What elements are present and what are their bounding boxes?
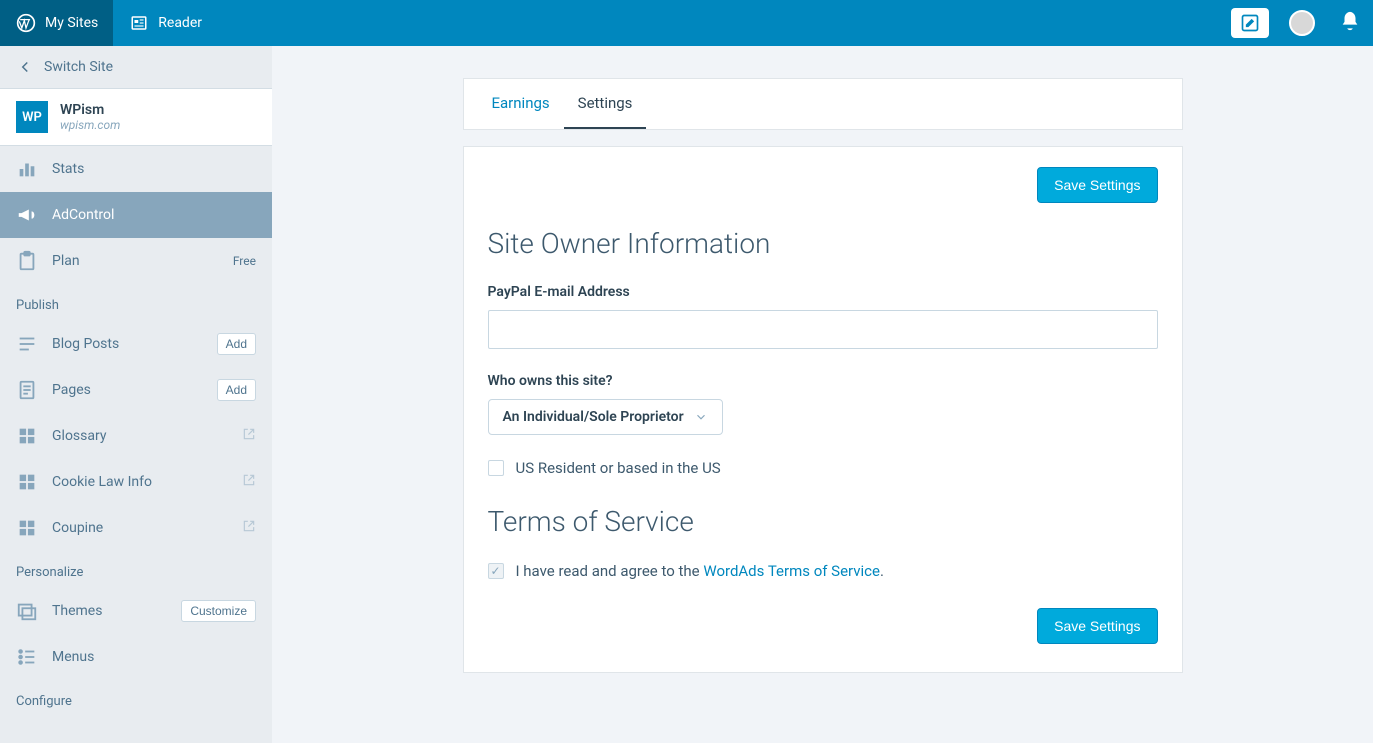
nav-my-sites[interactable]: My Sites	[0, 0, 113, 46]
section-heading-configure: Configure	[0, 680, 272, 717]
tos-checkbox[interactable]	[488, 563, 504, 579]
tos-label: I have read and agree to the WordAds Ter…	[516, 562, 884, 580]
section-heading-personalize: Personalize	[0, 551, 272, 588]
external-icon	[242, 519, 256, 537]
arrow-left-icon	[16, 58, 34, 76]
pencil-icon	[1240, 13, 1260, 33]
sidebar-item-label: AdControl	[52, 207, 256, 223]
notifications-button[interactable]	[1327, 10, 1373, 36]
sidebar-item-label: Blog Posts	[52, 336, 203, 352]
tos-prefix: I have read and agree to the	[516, 562, 704, 580]
masterbar: My Sites Reader	[0, 0, 1373, 46]
section-tos-title: Terms of Service	[488, 505, 1158, 538]
stats-icon	[16, 158, 38, 180]
wordpress-icon	[15, 12, 37, 34]
sidebar-item-adcontrol[interactable]: AdControl	[0, 192, 272, 238]
sidebar: Switch Site WP WPism wpism.com Stats AdC…	[0, 46, 272, 743]
menus-icon	[16, 646, 38, 668]
write-button[interactable]	[1231, 8, 1269, 38]
sidebar-item-label: Plan	[52, 253, 219, 269]
sidebar-item-themes[interactable]: Themes Customize	[0, 588, 272, 634]
posts-icon	[16, 333, 38, 355]
cpt-icon	[16, 471, 38, 493]
switch-site[interactable]: Switch Site	[0, 46, 272, 89]
sidebar-item-label: Menus	[52, 649, 256, 665]
cpt-icon	[16, 425, 38, 447]
settings-panel: Save Settings Site Owner Information Pay…	[463, 146, 1183, 673]
cpt-icon	[16, 517, 38, 539]
megaphone-icon	[16, 204, 38, 226]
tos-link[interactable]: WordAds Terms of Service	[703, 562, 880, 580]
switch-site-label: Switch Site	[44, 59, 113, 75]
section-owner-title: Site Owner Information	[488, 227, 1158, 260]
save-settings-button[interactable]: Save Settings	[1037, 167, 1157, 203]
sidebar-item-label: Stats	[52, 161, 256, 177]
owner-select[interactable]: An Individual/Sole Proprietor	[488, 399, 723, 435]
save-settings-button-bottom[interactable]: Save Settings	[1037, 608, 1157, 644]
owner-label: Who owns this site?	[488, 373, 1158, 389]
tos-suffix: .	[880, 562, 884, 580]
plan-badge: Free	[233, 254, 256, 268]
sidebar-item-menus[interactable]: Menus	[0, 634, 272, 680]
main-content: Earnings Settings Save Settings Site Own…	[272, 46, 1373, 743]
themes-icon	[16, 600, 38, 622]
sidebar-item-stats[interactable]: Stats	[0, 146, 272, 192]
add-post-button[interactable]: Add	[217, 333, 256, 355]
section-heading-publish: Publish	[0, 284, 272, 321]
paypal-email-input[interactable]	[488, 310, 1158, 349]
us-resident-label: US Resident or based in the US	[516, 459, 721, 477]
bell-icon	[1339, 10, 1361, 32]
reader-icon	[128, 12, 150, 34]
sidebar-item-label: Pages	[52, 382, 203, 398]
sidebar-item-glossary[interactable]: Glossary	[0, 413, 272, 459]
tab-settings[interactable]: Settings	[564, 79, 647, 129]
pages-icon	[16, 379, 38, 401]
site-title: WPism	[60, 102, 120, 118]
chevron-down-icon	[694, 410, 708, 424]
sidebar-item-label: Glossary	[52, 428, 228, 444]
paypal-label: PayPal E-mail Address	[488, 284, 1158, 300]
sidebar-item-blog-posts[interactable]: Blog Posts Add	[0, 321, 272, 367]
customize-button[interactable]: Customize	[181, 600, 256, 622]
avatar[interactable]	[1289, 10, 1315, 36]
site-card[interactable]: WP WPism wpism.com	[0, 89, 272, 146]
us-resident-checkbox[interactable]	[488, 460, 504, 476]
sidebar-item-coupine[interactable]: Coupine	[0, 505, 272, 551]
sidebar-item-label: Coupine	[52, 520, 228, 536]
sidebar-item-label: Cookie Law Info	[52, 474, 228, 490]
nav-reader[interactable]: Reader	[113, 0, 217, 46]
owner-select-value: An Individual/Sole Proprietor	[503, 409, 684, 425]
tabs: Earnings Settings	[463, 78, 1183, 130]
nav-my-sites-label: My Sites	[45, 15, 98, 31]
external-icon	[242, 427, 256, 445]
nav-reader-label: Reader	[158, 15, 202, 31]
sidebar-item-plan[interactable]: Plan Free	[0, 238, 272, 284]
site-icon: WP	[16, 101, 48, 133]
tab-earnings[interactable]: Earnings	[478, 79, 564, 129]
sidebar-item-cookie-law[interactable]: Cookie Law Info	[0, 459, 272, 505]
add-page-button[interactable]: Add	[217, 379, 256, 401]
site-domain: wpism.com	[60, 118, 120, 132]
external-icon	[242, 473, 256, 491]
clipboard-icon	[16, 250, 38, 272]
sidebar-item-label: Themes	[52, 603, 167, 619]
sidebar-item-pages[interactable]: Pages Add	[0, 367, 272, 413]
